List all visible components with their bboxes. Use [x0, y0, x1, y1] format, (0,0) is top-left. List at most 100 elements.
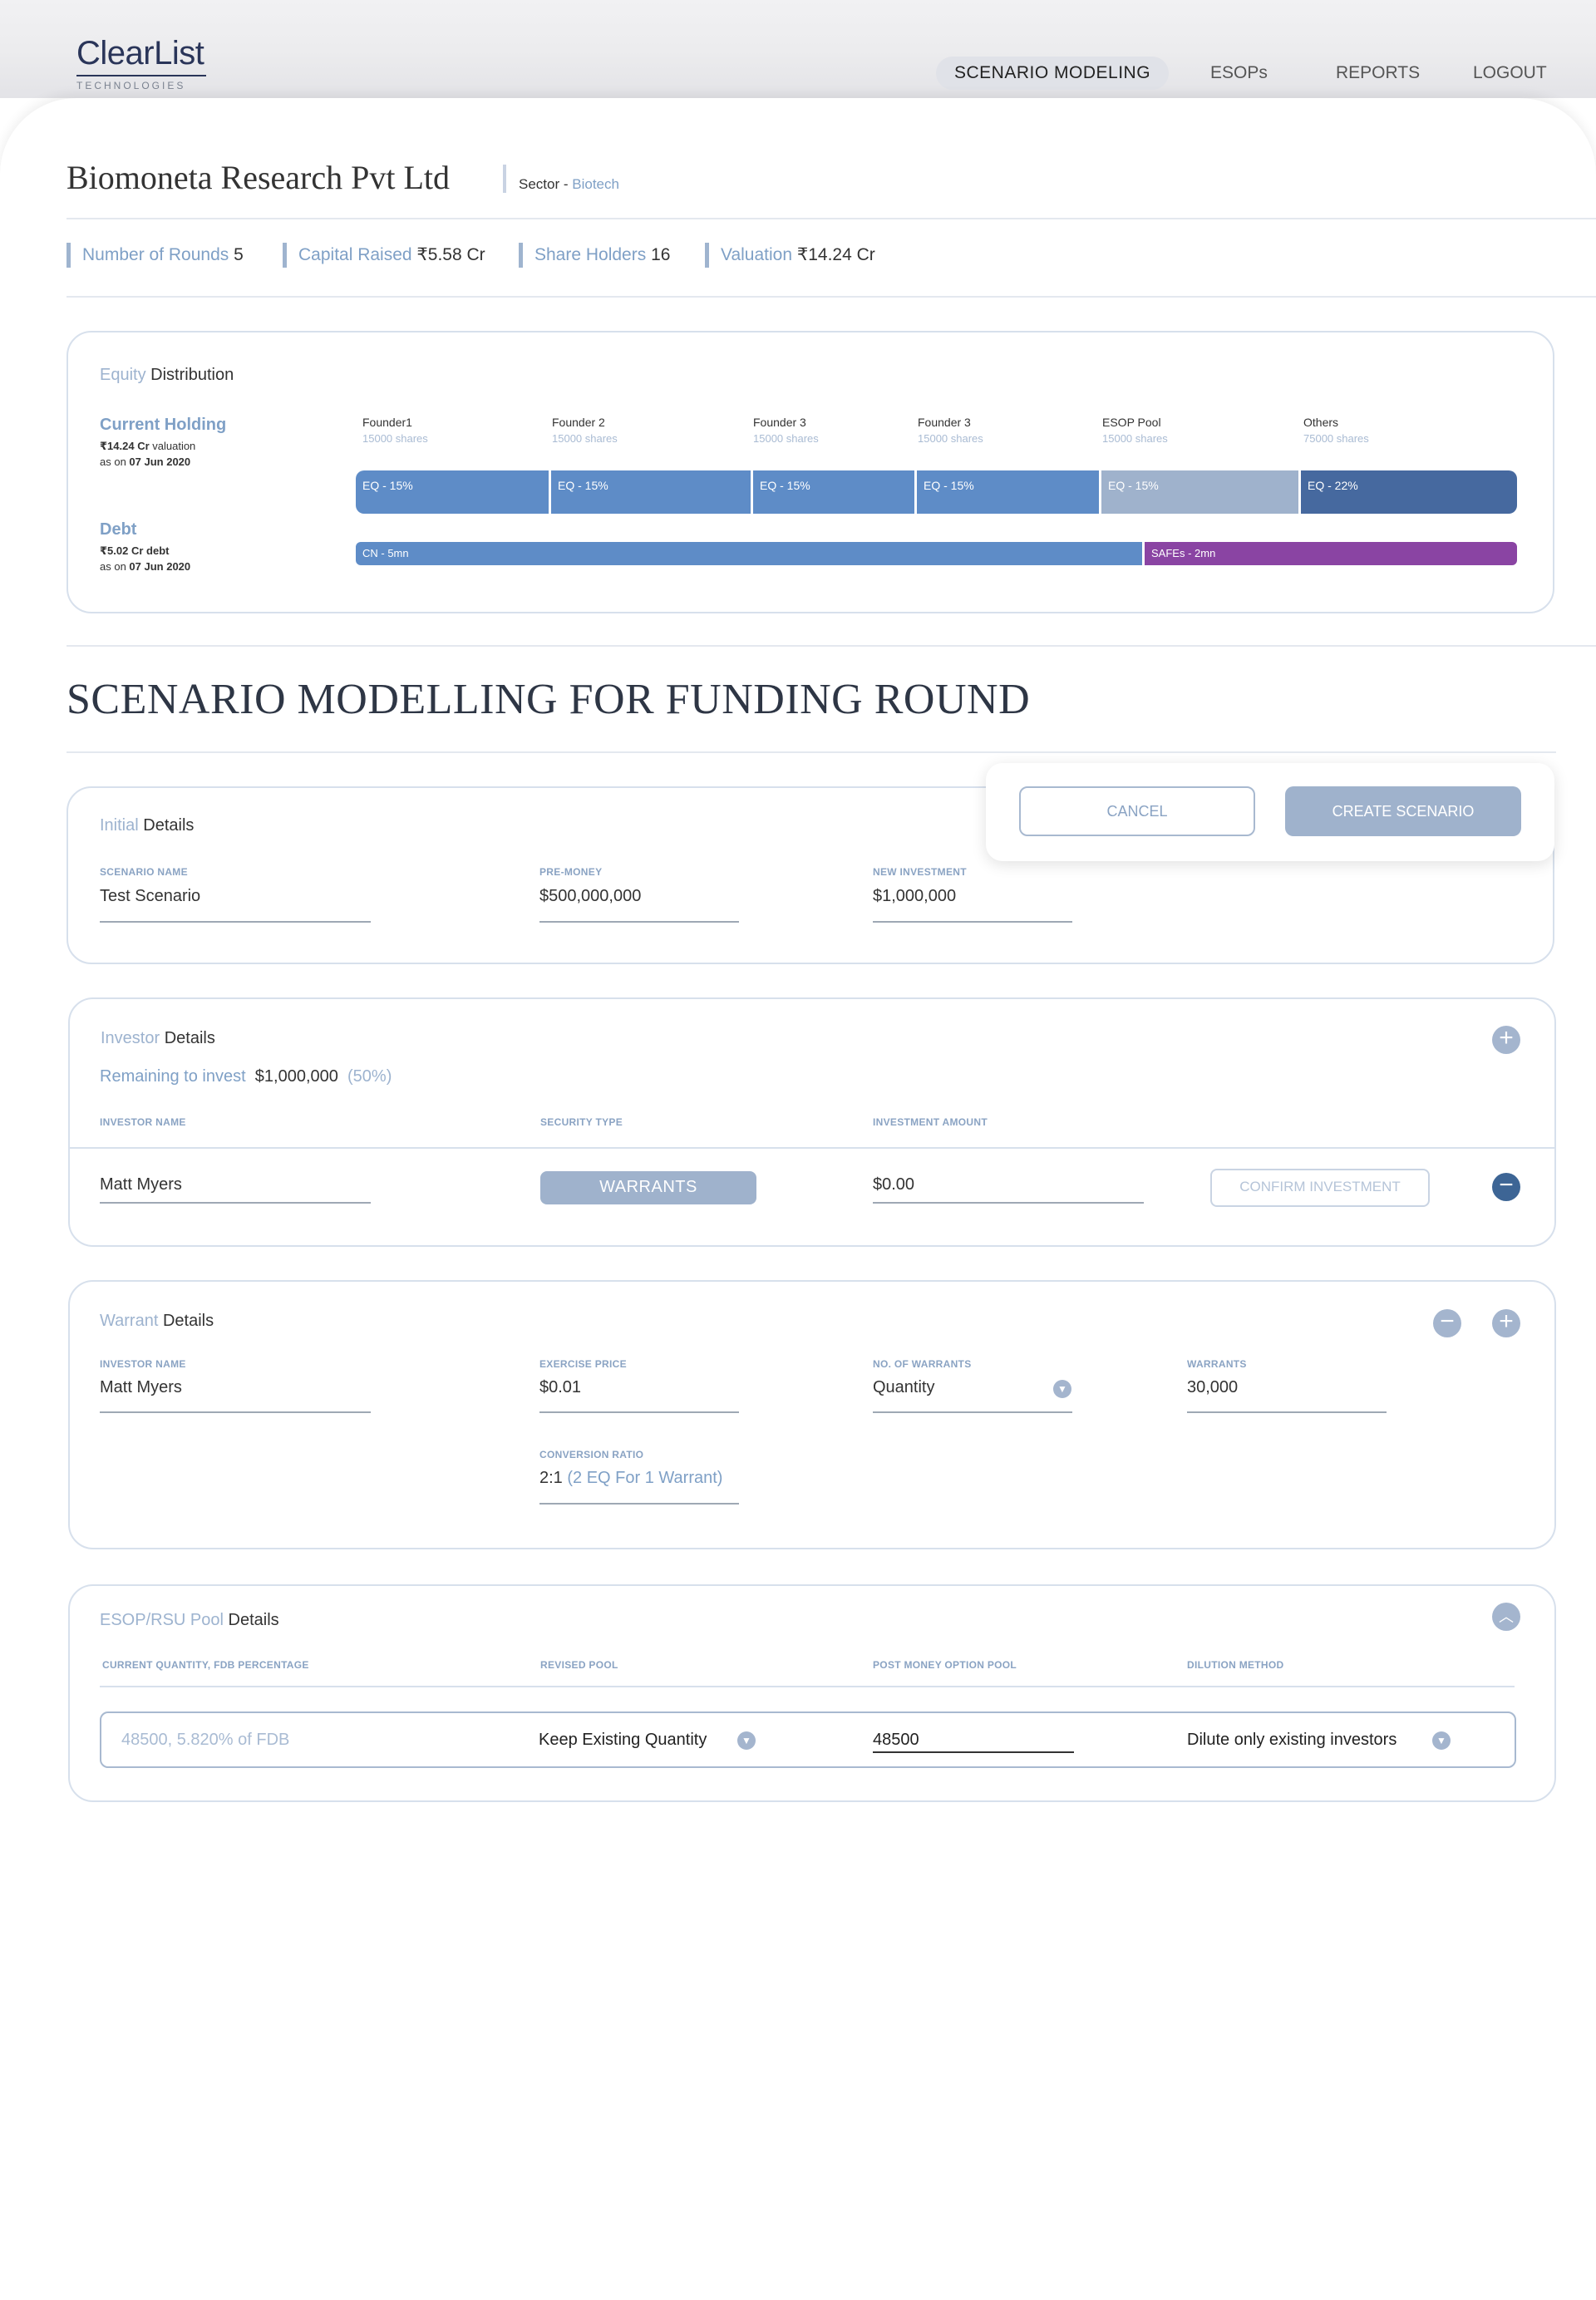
- chevron-up-icon: ︿: [1499, 1608, 1514, 1625]
- holder-shares: 15000 shares: [362, 432, 428, 445]
- number-of-warrants-select[interactable]: Quantity: [873, 1378, 934, 1397]
- conversion-ratio-input[interactable]: 2:1 (2 EQ For 1 Warrant): [539, 1469, 722, 1488]
- holder-shares: 75000 shares: [1303, 432, 1369, 445]
- scenario-name-input[interactable]: Test Scenario: [100, 887, 200, 906]
- conversion-ratio-value: 2:1: [539, 1469, 563, 1487]
- new-investment-label: NEW INVESTMENT: [873, 866, 967, 878]
- debt-bar-segment[interactable]: CN - 5mn: [356, 542, 1142, 565]
- title-rest: Details: [223, 1611, 279, 1629]
- current-quantity-value: 48500, 5.820% of FDB: [121, 1731, 290, 1749]
- divider: [66, 218, 1596, 219]
- stat-valuation: Valuation ₹14.24 Cr: [705, 243, 875, 268]
- nav-logout[interactable]: LOGOUT: [1473, 57, 1547, 90]
- title-rest: Details: [160, 1029, 215, 1047]
- equity-title: Equity Distribution: [100, 366, 234, 385]
- column-header-security-type: SECURITY TYPE: [540, 1116, 623, 1128]
- column-header-investor-name: INVESTOR NAME: [100, 1116, 186, 1128]
- pre-money-input[interactable]: $500,000,000: [539, 887, 641, 906]
- create-scenario-button[interactable]: CREATE SCENARIO: [1285, 786, 1521, 836]
- current-holding-info: Current Holding ₹14.24 Cr valuation as o…: [100, 416, 226, 468]
- input-underline: [873, 1202, 1144, 1204]
- cancel-button[interactable]: CANCEL: [1019, 786, 1255, 836]
- warrant-details-card: [68, 1280, 1556, 1549]
- holder-label: Founder 2 15000 shares: [552, 416, 618, 445]
- post-money-option-pool-input[interactable]: 48500: [873, 1731, 919, 1750]
- title-accent: ESOP/RSU Pool: [100, 1611, 224, 1629]
- remaining-value: $1,000,000: [254, 1067, 338, 1086]
- brand-logo[interactable]: ClearList TECHNOLOGIES: [76, 37, 206, 91]
- equity-bar-segment[interactable]: EQ - 15%: [551, 470, 751, 514]
- title-accent: Initial: [100, 816, 139, 835]
- investment-amount-input[interactable]: $0.00: [873, 1175, 914, 1194]
- valuation-suffix: valuation: [149, 440, 196, 452]
- equity-bar-segment[interactable]: EQ - 15%: [753, 470, 914, 514]
- holder-label: ESOP Pool 15000 shares: [1102, 416, 1168, 445]
- equity-title-rest: Distribution: [145, 366, 234, 384]
- warrant-investor-name-input[interactable]: Matt Myers: [100, 1378, 182, 1397]
- asof-label: as on: [100, 560, 130, 573]
- divider: [100, 1686, 1515, 1687]
- debt-bar-segment[interactable]: SAFEs - 2mn: [1145, 542, 1517, 565]
- chevron-down-icon[interactable]: ▼: [1053, 1380, 1071, 1398]
- holder-shares: 15000 shares: [753, 432, 819, 445]
- esop-details-card: [68, 1584, 1556, 1802]
- column-header-current-quantity: CURRENT QUANTITY, FDB PERCENTAGE: [102, 1659, 309, 1671]
- chevron-down-icon[interactable]: ▼: [1432, 1731, 1451, 1750]
- equity-title-accent: Equity: [100, 366, 146, 384]
- asof-date: 07 Jun 2020: [129, 456, 191, 468]
- stat-label: Capital Raised: [298, 245, 412, 264]
- minus-icon: −: [1440, 1308, 1455, 1335]
- stat-capital-raised: Capital Raised ₹5.58 Cr: [283, 243, 485, 268]
- warrant-details-title: Warrant Details: [100, 1312, 214, 1331]
- title-accent: Investor: [101, 1029, 160, 1047]
- title-rest: Details: [138, 816, 195, 835]
- number-of-warrants-label: NO. OF WARRANTS: [873, 1358, 972, 1370]
- holder-name: Founder 2: [552, 416, 605, 429]
- esop-details-title: ESOP/RSU Pool Details: [100, 1611, 279, 1630]
- equity-bar-segment[interactable]: EQ - 22%: [1301, 470, 1517, 514]
- equity-bar-segment[interactable]: EQ - 15%: [1101, 470, 1298, 514]
- input-underline: [1187, 1411, 1387, 1413]
- debt-info: Debt ₹5.02 Cr debt as on 07 Jun 2020: [100, 520, 190, 573]
- new-investment-input[interactable]: $1,000,000: [873, 887, 956, 906]
- nav-esops[interactable]: ESOPs: [1210, 57, 1268, 90]
- input-underline: [539, 1411, 739, 1413]
- warrants-input[interactable]: 30,000: [1187, 1378, 1238, 1397]
- add-warrant-button[interactable]: +: [1492, 1309, 1520, 1337]
- title-accent: Warrant: [100, 1312, 159, 1330]
- stat-rounds: Number of Rounds 5: [66, 243, 244, 268]
- holder-label: Founder1 15000 shares: [362, 416, 428, 445]
- title-divider: [503, 165, 506, 193]
- column-header-dilution-method: DILUTION METHOD: [1187, 1659, 1284, 1671]
- exercise-price-input[interactable]: $0.01: [539, 1378, 581, 1397]
- holder-name: Founder1: [362, 416, 412, 429]
- investor-name-input[interactable]: Matt Myers: [100, 1175, 182, 1194]
- input-underline: [873, 921, 1072, 923]
- input-underline: [100, 1411, 371, 1413]
- nav-scenario-modeling[interactable]: SCENARIO MODELING: [936, 57, 1170, 90]
- conversion-ratio-hint: (2 EQ For 1 Warrant): [567, 1469, 723, 1487]
- divider: [70, 1147, 1554, 1149]
- collapse-section-button[interactable]: ︿: [1492, 1603, 1520, 1631]
- chevron-down-icon[interactable]: ▼: [737, 1731, 756, 1750]
- holder-label: Others 75000 shares: [1303, 416, 1369, 445]
- input-underline: [873, 1411, 1072, 1413]
- nav-reports[interactable]: REPORTS: [1336, 57, 1420, 90]
- plus-icon: +: [1499, 1308, 1514, 1335]
- sector-info: Sector - Biotech: [519, 176, 619, 193]
- security-type-warrants-button[interactable]: WARRANTS: [540, 1171, 756, 1204]
- confirm-investment-button[interactable]: CONFIRM INVESTMENT: [1210, 1169, 1430, 1207]
- remove-warrant-button[interactable]: −: [1433, 1309, 1461, 1337]
- divider: [66, 645, 1596, 647]
- equity-bar-segment[interactable]: EQ - 15%: [917, 470, 1099, 514]
- initial-details-title: Initial Details: [100, 816, 194, 835]
- remove-investor-button[interactable]: −: [1492, 1173, 1520, 1201]
- dilution-method-select[interactable]: Dilute only existing investors: [1187, 1731, 1396, 1750]
- revised-pool-select[interactable]: Keep Existing Quantity: [539, 1731, 707, 1750]
- input-underline: [873, 1751, 1074, 1753]
- input-underline: [100, 1202, 371, 1204]
- equity-bar-segment[interactable]: EQ - 15%: [356, 470, 549, 514]
- stat-label: Valuation: [721, 245, 793, 264]
- add-investor-button[interactable]: +: [1492, 1026, 1520, 1054]
- stat-label: Share Holders: [534, 245, 647, 264]
